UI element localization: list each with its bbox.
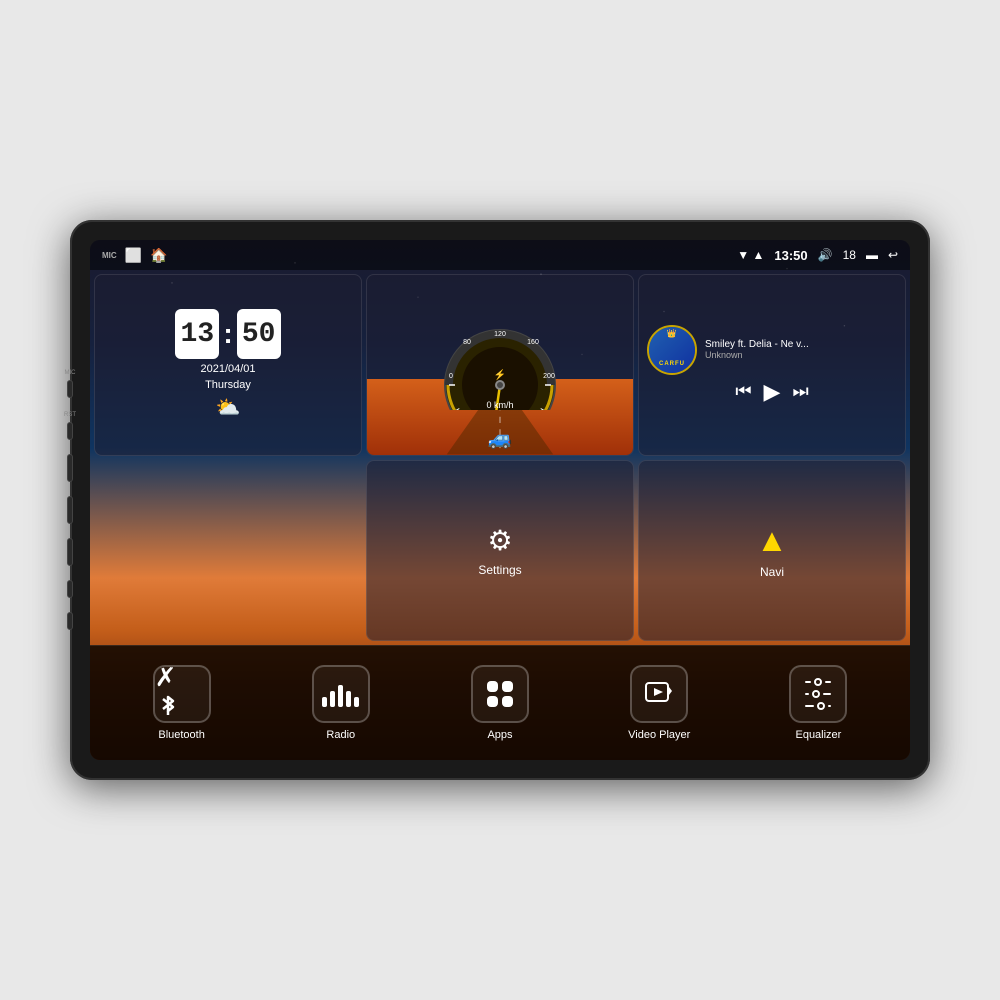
bluetooth-icon: ✗ (155, 662, 209, 726)
settings-widget[interactable]: ⚙ Settings (366, 460, 634, 642)
radio-button[interactable]: Radio (261, 665, 420, 741)
status-bar: MIC ⬜ 🏠 ▼ ▲ 13:50 🔊 18 ▬ ↩ (90, 240, 910, 270)
speed-value: 0 km/h (486, 400, 513, 410)
svg-text:0: 0 (449, 373, 453, 380)
music-controls: ⏮ ▶ ⏭ (647, 379, 897, 405)
music-title: Smiley ft. Delia - Ne v... (705, 339, 897, 350)
carfu-logo: 👑 CARFU (649, 327, 695, 373)
equalizer-icon-wrap (789, 665, 847, 723)
mic-status-label: MIC (102, 251, 117, 260)
home-screen: MIC ⬜ 🏠 ▼ ▲ 13:50 🔊 18 ▬ ↩ (90, 240, 910, 760)
equalizer-icon (805, 678, 831, 710)
carfu-text: CARFU (659, 361, 685, 367)
svg-text:120: 120 (494, 331, 506, 338)
side-buttons: MIC RST (64, 370, 76, 630)
weather-row: ⛅ (216, 395, 241, 420)
clock-display: 13 : 50 (175, 309, 280, 359)
apps-icon (487, 681, 513, 707)
apps-button[interactable]: Apps (420, 665, 579, 741)
video-button[interactable]: Video Player (580, 665, 739, 741)
play-button[interactable]: ▶ (764, 379, 781, 405)
clock-day: Thursday (205, 379, 251, 391)
apps-icon-wrap (471, 665, 529, 723)
rst-button[interactable] (67, 422, 73, 440)
equalizer-button[interactable]: Equalizer (739, 665, 898, 741)
home-icon[interactable]: 🏠 (150, 247, 167, 264)
navi-label: Navi (760, 565, 784, 579)
volume-level: 18 (843, 248, 856, 262)
weather-icon: ⛅ (216, 395, 241, 420)
bottom-bar: ✗ Bluetooth (90, 645, 910, 760)
clock-hour: 13 (175, 309, 219, 359)
music-artist: Unknown (705, 350, 897, 360)
speedometer-widget[interactable]: 🚙 (366, 274, 634, 456)
apps-label: Apps (487, 729, 512, 741)
home-side-button[interactable] (67, 496, 73, 524)
svg-text:160: 160 (527, 339, 539, 346)
video-icon-wrap (630, 665, 688, 723)
crown-icon: 👑 (667, 329, 678, 338)
volume-icon: 🔊 (818, 248, 833, 262)
mic-label: MIC (65, 370, 76, 376)
rst-label: RST (64, 412, 76, 418)
svg-text:80: 80 (463, 339, 471, 346)
status-left: MIC ⬜ 🏠 (102, 247, 168, 264)
back-side-button[interactable] (67, 538, 73, 566)
clock-minute: 50 (237, 309, 281, 359)
mic-button[interactable] (67, 380, 73, 398)
vol-down-button[interactable] (67, 612, 73, 630)
status-time: 13:50 (774, 248, 807, 263)
settings-icon: ⚙ (487, 524, 512, 557)
clock-widget[interactable]: 13 : 50 2021/04/01 Thursday ⛅ (94, 274, 362, 456)
video-label: Video Player (628, 729, 690, 741)
bluetooth-button[interactable]: ✗ Bluetooth (102, 665, 261, 741)
speedometer-gauge: 0 80 120 160 200 (435, 320, 565, 410)
clock-date: 2021/04/01 (200, 363, 255, 375)
clock-colon: : (223, 309, 232, 359)
car-head-unit: MIC RST MIC ⬜ 🏠 ▼ ▲ 13:50 🔊 18 (70, 220, 930, 780)
prev-button[interactable]: ⏮ (735, 381, 751, 402)
wifi-icon: ▼ ▲ (737, 248, 764, 262)
navi-widget[interactable]: ▲ Navi (638, 460, 906, 642)
next-button[interactable]: ⏭ (792, 381, 808, 402)
music-info: Smiley ft. Delia - Ne v... Unknown (705, 339, 897, 360)
vol-up-button[interactable] (67, 580, 73, 598)
battery-icon: ▬ (866, 248, 878, 262)
road-widget (94, 460, 362, 642)
radio-icon (322, 681, 359, 707)
main-grid: 13 : 50 2021/04/01 Thursday ⛅ (90, 270, 910, 645)
video-icon (645, 681, 673, 707)
music-top: 👑 CARFU Smiley ft. Delia - Ne v... Unkno… (647, 325, 897, 375)
bluetooth-icon-wrap: ✗ (153, 665, 211, 723)
back-icon[interactable]: ↩ (888, 248, 898, 262)
album-art: 👑 CARFU (647, 325, 697, 375)
equalizer-label: Equalizer (795, 729, 841, 741)
svg-text:⚡: ⚡ (494, 368, 506, 381)
screen: MIC ⬜ 🏠 ▼ ▲ 13:50 🔊 18 ▬ ↩ (90, 240, 910, 760)
radio-label: Radio (326, 729, 355, 741)
music-widget[interactable]: 👑 CARFU Smiley ft. Delia - Ne v... Unkno… (638, 274, 906, 456)
power-button[interactable] (67, 454, 73, 482)
settings-label: Settings (478, 563, 521, 577)
recent-apps-icon[interactable]: ⬜ (125, 247, 142, 264)
car-icon: 🚙 (488, 426, 513, 451)
radio-icon-wrap (312, 665, 370, 723)
svg-text:200: 200 (543, 373, 555, 380)
navi-icon: ▲ (756, 522, 788, 559)
status-right: ▼ ▲ 13:50 🔊 18 ▬ ↩ (737, 248, 898, 263)
bluetooth-label: Bluetooth (158, 729, 204, 741)
